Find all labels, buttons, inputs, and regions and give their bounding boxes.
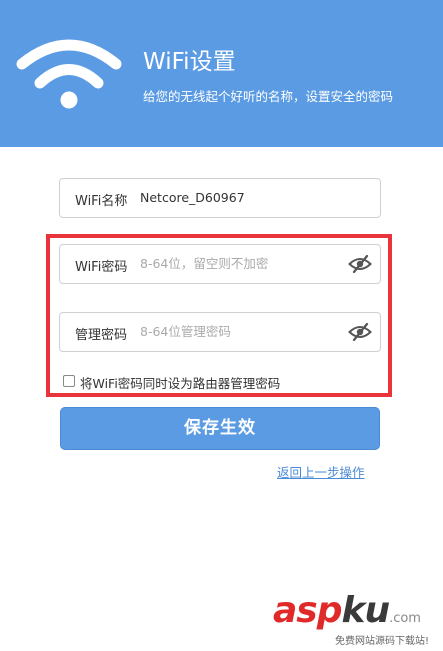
watermark: aspku.com 免费网站源码下载站!	[265, 590, 443, 651]
page-subtitle: 给您的无线起个好听的名称，设置安全的密码	[143, 89, 394, 104]
ssid-field[interactable]: WiFi名称 Netcore_D60967	[59, 178, 381, 218]
watermark-tagline: 免费网站源码下载站!	[335, 636, 430, 647]
back-link[interactable]: 返回上一步操作	[277, 462, 365, 481]
header-banner: WiFi设置 给您的无线起个好听的名称，设置安全的密码	[0, 0, 443, 147]
ssid-label: WiFi名称	[75, 194, 128, 209]
highlight-box	[46, 234, 392, 397]
watermark-logo: aspku.com	[273, 590, 421, 631]
wifi-icon	[16, 39, 122, 109]
save-button[interactable]: 保存生效	[60, 407, 380, 450]
ssid-input[interactable]: Netcore_D60967	[140, 190, 340, 205]
page-title: WiFi设置	[143, 49, 236, 75]
